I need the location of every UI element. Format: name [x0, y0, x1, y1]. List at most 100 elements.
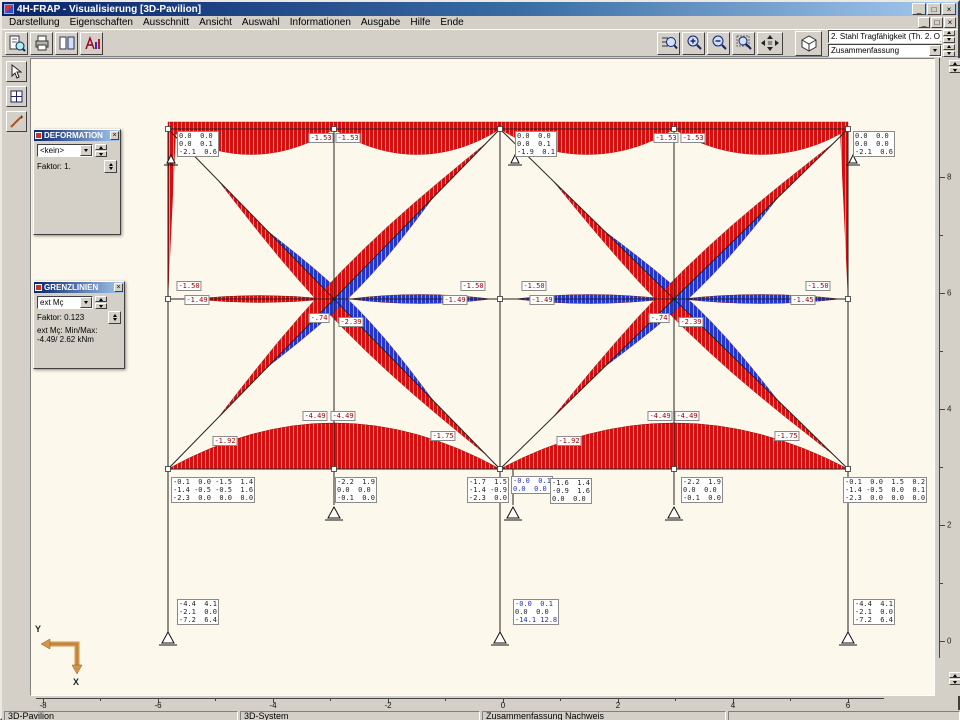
menu-darstellung[interactable]: Darstellung [4, 16, 65, 29]
zoom-out-icon [710, 34, 728, 52]
moment-value-label: -4.49 [302, 411, 327, 421]
moment-value-label: -1.49 [529, 295, 554, 305]
grenzlinien-factor-spinner[interactable] [108, 311, 121, 324]
scroll-down-button-2[interactable] [949, 679, 960, 685]
menu-auswahl[interactable]: Auswahl [237, 16, 285, 29]
vertical-scroll-up-group [949, 60, 960, 73]
node-values-box: 0.0 0.00.0 0.1-1.9 0.1 [515, 131, 557, 157]
print-button[interactable] [30, 32, 53, 55]
moment-value-label: -4.49 [647, 411, 672, 421]
loadcase-dropdown-icon[interactable] [940, 31, 942, 42]
loadcase-down-button[interactable] [943, 37, 955, 43]
deformation-up-button[interactable] [95, 144, 107, 150]
deformation-palette-titlebar[interactable]: DEFORMATION × [34, 130, 120, 141]
grenzlinien-palette-close-button[interactable]: × [114, 283, 123, 292]
report-preview-icon [8, 34, 26, 52]
zoom-select-button[interactable] [657, 32, 680, 55]
moment-value-label: -2.39 [338, 317, 363, 327]
scroll-up-button[interactable] [949, 60, 960, 66]
deformation-down-button[interactable] [95, 151, 107, 157]
child-restore-button[interactable]: □ [931, 17, 943, 28]
plot-stats-button[interactable] [80, 32, 103, 55]
node-values-box: 0.0 0.00.0 0.0-2.1 0.6 [853, 131, 895, 157]
ruler-tick-minor [939, 351, 943, 352]
moment-value-label: -1.92 [212, 436, 237, 446]
report-preview-button[interactable] [5, 32, 28, 55]
page-layout-icon [58, 34, 76, 52]
moment-value-label: -1.50 [460, 281, 485, 291]
palette-icon [35, 284, 42, 291]
ruler-label: -6 [154, 701, 161, 710]
grenzlinien-palette: GRENZLINIEN × ext Mç Faktor: 0.123 ext M… [33, 281, 125, 369]
maximize-button[interactable]: □ [927, 3, 941, 15]
zoom-fit-button[interactable] [732, 32, 755, 55]
moment-value-label: -4.49 [330, 411, 355, 421]
status-model-name: 3D-Pavilion [4, 711, 238, 720]
status-filler [728, 711, 960, 720]
deformation-factor-spinner[interactable] [104, 160, 117, 173]
result-up-button[interactable] [943, 44, 955, 50]
grenzlinien-dropdown-icon[interactable] [80, 297, 92, 308]
menu-ausgabe[interactable]: Ausgabe [356, 16, 405, 29]
child-close-button[interactable]: × [944, 17, 956, 28]
deformation-dropdown-icon[interactable] [80, 145, 92, 156]
menu-ende[interactable]: Ende [435, 16, 468, 29]
pan-control[interactable] [757, 32, 783, 55]
select-tool-icon [9, 64, 24, 79]
grenzlinien-minmax-label: ext Mç: Min/Max: [37, 326, 121, 335]
node-values-box: -2.2 1.90.0 0.0-0.1 0.0 [335, 477, 377, 503]
menu-eigenschaften[interactable]: Eigenschaften [65, 16, 138, 29]
result-down-button[interactable] [943, 51, 955, 57]
deformation-mode-select[interactable]: <kein> [37, 144, 93, 157]
node-values-box: -2.2 1.90.0 0.0-0.1 0.0 [681, 477, 723, 503]
ruler-label: 0 [947, 637, 951, 646]
scroll-up-button-2[interactable] [949, 672, 960, 678]
ruler-label: 2 [947, 521, 951, 530]
grenzlinien-up-button[interactable] [95, 296, 107, 302]
node-values-box: -0.0 0.10.0 0.0 [511, 476, 553, 494]
result-dropdown-icon[interactable] [929, 45, 941, 56]
ruler-label: -8 [39, 701, 46, 710]
loadcase-up-button[interactable] [943, 30, 955, 36]
close-button[interactable]: × [942, 3, 956, 15]
deformation-palette-close-button[interactable]: × [110, 131, 119, 140]
grenzlinien-mode-select[interactable]: ext Mç [37, 296, 93, 309]
zoom-in-button[interactable] [682, 32, 705, 55]
loadcase-select[interactable]: 2. Stahl Tragfähigkeit (Th. 2. O [828, 30, 942, 43]
minimize-button[interactable]: _ [912, 3, 926, 15]
ruler-tick [939, 409, 945, 410]
info-tool-button[interactable] [6, 111, 27, 132]
menu-informationen[interactable]: Informationen [285, 16, 356, 29]
ruler-tick [939, 177, 945, 178]
ruler-tick-minor [939, 467, 943, 468]
result-select[interactable]: Zusammenfassung [828, 44, 942, 57]
zoom-in-icon [685, 34, 703, 52]
ruler-label: 6 [947, 289, 951, 298]
scroll-down-button[interactable] [949, 67, 960, 73]
child-minimize-button[interactable]: _ [918, 17, 930, 28]
grenzlinien-palette-titlebar[interactable]: GRENZLINIEN × [34, 282, 124, 293]
select-tool-button[interactable] [6, 61, 27, 82]
status-system: 3D-System [240, 711, 480, 720]
view-3d-button[interactable] [795, 31, 822, 56]
zoom-out-button[interactable] [707, 32, 730, 55]
ruler-label: 4 [731, 701, 735, 710]
right-ruler-strip: 86420 [935, 58, 960, 696]
menu-ausschnitt[interactable]: Ausschnitt [138, 16, 194, 29]
grenzlinien-down-button[interactable] [95, 303, 107, 309]
moment-value-label: -1.53 [653, 133, 678, 143]
moment-value-label: -1.75 [774, 431, 799, 441]
moment-value-label: -1.45 [790, 295, 815, 305]
vertical-scroll-down-group [949, 672, 960, 685]
moment-value-label: -1.50 [176, 281, 201, 291]
ruler-label: 6 [846, 701, 850, 710]
pan-tool-button[interactable] [6, 86, 27, 107]
page-layout-button[interactable] [55, 32, 78, 55]
node-values-box: -0.0 0.10.0 0.0-14.1 12.8 [513, 599, 559, 625]
menu-hilfe[interactable]: Hilfe [405, 16, 435, 29]
menu-ansicht[interactable]: Ansicht [194, 16, 237, 29]
zoom-fit-icon [735, 34, 753, 52]
node-values-box: -0.1 0.0 1.5 0.2-1.4 -0.5 0.0 0.1-2.3 0.… [843, 477, 927, 503]
drawing-canvas[interactable]: DEFORMATION × <kein> Faktor: 1. [30, 58, 935, 696]
pan-tool-icon [9, 89, 24, 104]
